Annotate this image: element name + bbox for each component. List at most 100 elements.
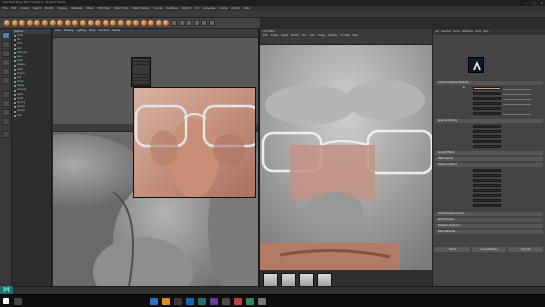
- select-tool-icon[interactable]: [2, 32, 10, 39]
- attr-tab-show[interactable]: Show: [475, 29, 481, 35]
- taskbar-app-2-icon[interactable]: [162, 298, 170, 305]
- uv-menu-tool[interactable]: Tool: [302, 34, 306, 38]
- uv-editor-view[interactable]: [260, 45, 432, 270]
- transparency-field[interactable]: [473, 92, 501, 95]
- rotate-tool-icon[interactable]: [2, 68, 10, 75]
- shelf-tool-icon[interactable]: [201, 20, 208, 26]
- search-icon[interactable]: [14, 298, 22, 305]
- shelf-sculpt-brush-icon[interactable]: [140, 20, 147, 26]
- shelf-sculpt-brush-icon[interactable]: [95, 20, 102, 26]
- shelf-tool-icon[interactable]: [186, 20, 193, 26]
- section-specular[interactable]: Specular Shading: [435, 119, 543, 123]
- section-common-material[interactable]: Common Material Attributes: [435, 81, 543, 85]
- ray-field-3[interactable]: [473, 179, 501, 182]
- shelf-sculpt-brush-icon[interactable]: [117, 20, 124, 26]
- shelf-sculpt-brush-icon[interactable]: [34, 20, 41, 26]
- viewport-menu-view[interactable]: View: [55, 29, 61, 33]
- shelf-sculpt-brush-icon[interactable]: [133, 20, 140, 26]
- uv-menu-uv-sets[interactable]: UV Sets: [341, 34, 350, 38]
- color-swatch[interactable]: [473, 87, 501, 90]
- uv-menu-modify[interactable]: Modify: [291, 34, 299, 38]
- section-special-effects[interactable]: Special Effects: [435, 151, 543, 155]
- uv-menu-textures[interactable]: Textures: [328, 34, 338, 38]
- spec-field-4[interactable]: [473, 140, 501, 143]
- section-raytrace[interactable]: Raytrace Options: [435, 163, 543, 167]
- layout-four-icon[interactable]: [2, 100, 10, 107]
- section-hardware-texturing[interactable]: Hardware Texturing: [435, 224, 543, 228]
- bump-field[interactable]: [473, 107, 501, 110]
- diffuse-field[interactable]: [473, 112, 501, 115]
- color-slider[interactable]: [503, 88, 531, 90]
- shelf-sculpt-brush-icon[interactable]: [26, 20, 33, 26]
- viewport-menu-shading[interactable]: Shading: [64, 29, 74, 33]
- viewport-menu-lighting[interactable]: Lighting: [76, 29, 86, 33]
- shelf-sculpt-brush-icon[interactable]: [4, 20, 10, 26]
- taskbar-maya-icon[interactable]: [198, 298, 206, 305]
- shelf-sculpt-brush-icon[interactable]: [64, 20, 71, 26]
- taskbar-app-6-icon[interactable]: [210, 298, 218, 305]
- transparency-slider[interactable]: [503, 93, 531, 95]
- shelf-sculpt-brush-icon[interactable]: [110, 20, 117, 26]
- incandescence-slider[interactable]: [503, 103, 531, 105]
- shelf-sculpt-brush-icon[interactable]: [57, 20, 64, 26]
- windows-start-icon[interactable]: [3, 298, 9, 304]
- shelf-tool-icon[interactable]: [209, 20, 216, 26]
- shelf-sculpt-brush-icon[interactable]: [125, 20, 132, 26]
- ray-field-1[interactable]: [473, 169, 501, 172]
- viewport-menu-show[interactable]: Show: [89, 29, 95, 33]
- section-extra-attributes[interactable]: Extra Attributes: [435, 230, 543, 234]
- shelf-sculpt-brush-icon[interactable]: [19, 20, 26, 26]
- uv-menu-help[interactable]: Help: [353, 34, 358, 38]
- attr-tab-list[interactable]: List: [435, 29, 439, 35]
- search-icon[interactable]: [2, 131, 10, 138]
- shelf-sculpt-brush-icon[interactable]: [155, 20, 162, 26]
- uv-menu-create[interactable]: Create: [270, 34, 278, 38]
- shelf-sculpt-brush-icon[interactable]: [72, 20, 79, 26]
- uv-menu-edit[interactable]: Edit: [263, 34, 267, 38]
- shelf-tool-icon[interactable]: [171, 20, 178, 26]
- scale-tool-icon[interactable]: [2, 77, 10, 84]
- spec-field-5[interactable]: [473, 145, 501, 148]
- move-tool-icon[interactable]: [2, 59, 10, 66]
- spec-field-1[interactable]: [473, 125, 501, 128]
- copy-tab-button[interactable]: Copy Tab: [508, 247, 544, 252]
- ray-field-7[interactable]: [473, 199, 501, 202]
- attr-tab-focus[interactable]: Focus: [453, 29, 460, 35]
- uv-menu-select[interactable]: Select: [281, 34, 288, 38]
- layout-two-icon[interactable]: [2, 109, 10, 116]
- reference-photo[interactable]: [133, 87, 256, 198]
- diffuse-slider[interactable]: [503, 113, 531, 115]
- lasso-tool-icon[interactable]: [2, 41, 10, 48]
- floating-menu-popup[interactable]: [131, 57, 151, 87]
- uv-menu-image[interactable]: Image: [318, 34, 325, 38]
- ray-field-4[interactable]: [473, 184, 501, 187]
- paint-select-icon[interactable]: [2, 50, 10, 57]
- shelf-sculpt-brush-icon[interactable]: [11, 20, 18, 26]
- shelf-sculpt-brush-icon[interactable]: [41, 20, 48, 26]
- ray-field-2[interactable]: [473, 174, 501, 177]
- ambient-slider[interactable]: [503, 98, 531, 100]
- shelf-tool-icon[interactable]: [178, 20, 185, 26]
- attr-tab-attributes[interactable]: Attributes: [462, 29, 473, 35]
- shelf-sculpt-brush-icon[interactable]: [87, 20, 94, 26]
- attr-tab-selected[interactable]: Selected: [441, 29, 451, 35]
- taskbar-app-3-icon[interactable]: [174, 298, 182, 305]
- outliner-layout-icon[interactable]: [2, 118, 10, 125]
- spec-field-3[interactable]: [473, 135, 501, 138]
- spec-field-2[interactable]: [473, 130, 501, 133]
- taskbar-app-7-icon[interactable]: [222, 298, 230, 305]
- shelf-sculpt-brush-icon[interactable]: [49, 20, 56, 26]
- shelf-sculpt-brush-icon[interactable]: [79, 20, 86, 26]
- section-node-behavior[interactable]: Node Behavior: [435, 218, 543, 222]
- shelf-tool-icon[interactable]: [193, 20, 200, 26]
- viewport-menu-renderer[interactable]: Renderer: [99, 29, 110, 33]
- ambient-field[interactable]: [473, 97, 501, 100]
- shelf-sculpt-brush-icon[interactable]: [102, 20, 109, 26]
- taskbar-app-8-icon[interactable]: [234, 298, 242, 305]
- layout-single-icon[interactable]: [2, 91, 10, 98]
- section-vector-renderer[interactable]: Vector Renderer Control: [435, 212, 543, 216]
- attr-tab-help[interactable]: Help: [483, 29, 488, 35]
- taskbar-app-9-icon[interactable]: [246, 298, 254, 305]
- section-matte-opacity[interactable]: Matte Opacity: [435, 157, 543, 161]
- shelf-sculpt-brush-icon[interactable]: [163, 20, 170, 26]
